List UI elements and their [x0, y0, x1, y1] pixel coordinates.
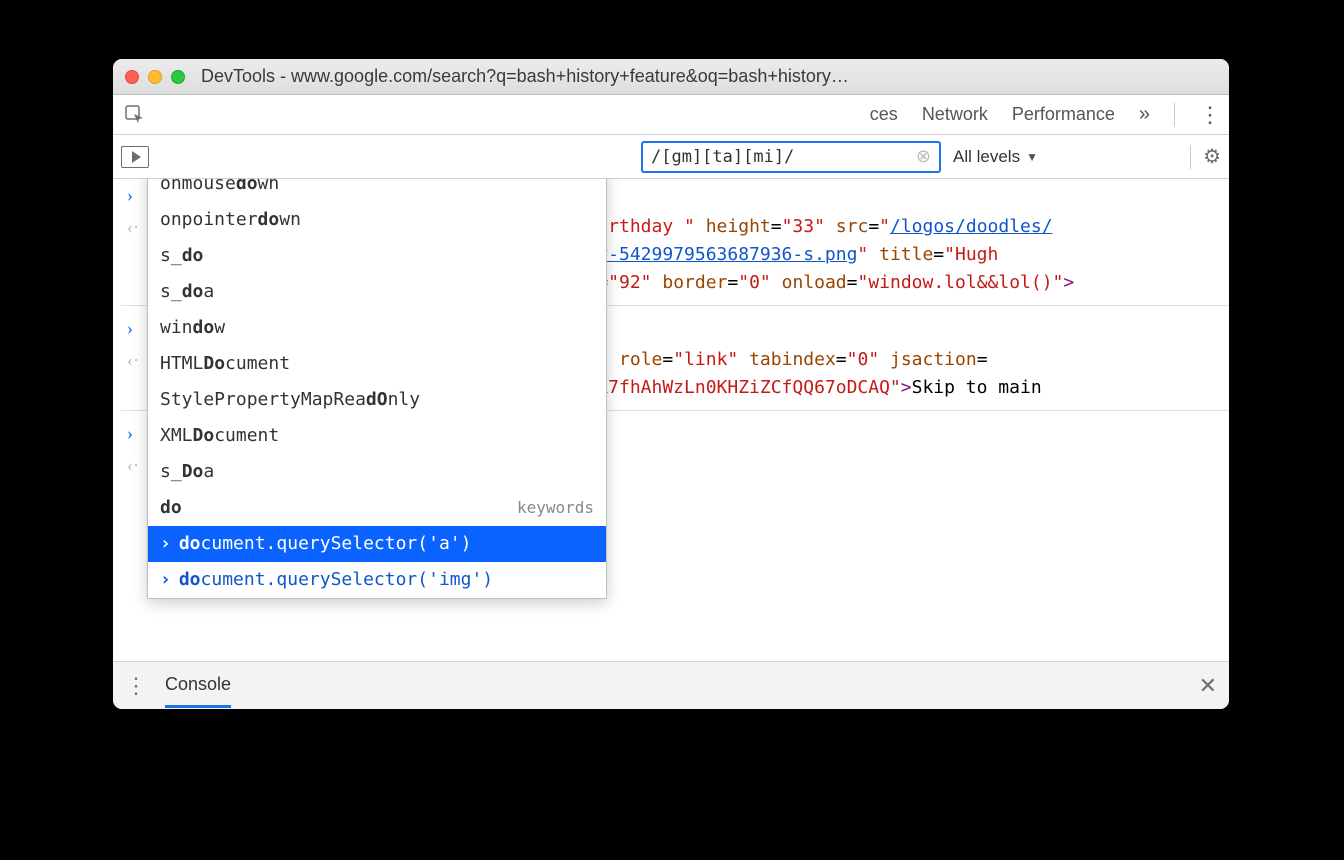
devtools-tabstrip: ces Network Performance » ⋮: [113, 95, 1229, 135]
window-titlebar: DevTools - www.google.com/search?q=bash+…: [113, 59, 1229, 95]
autocomplete-popup: onmousedownonpointerdowns_dos_doawindowH…: [147, 179, 607, 599]
autocomplete-item[interactable]: s_Doa: [148, 454, 606, 490]
close-drawer-icon[interactable]: ✕: [1199, 673, 1217, 699]
autocomplete-item[interactable]: s_doa: [148, 274, 606, 310]
autocomplete-item[interactable]: StylePropertyMapReadOnly: [148, 382, 606, 418]
console-filter-input[interactable]: [651, 147, 916, 167]
autocomplete-item[interactable]: ›document.querySelector('a'): [148, 526, 606, 562]
autocomplete-item[interactable]: s_do: [148, 238, 606, 274]
tabs-overflow-icon[interactable]: »: [1139, 103, 1150, 126]
drawer-tabstrip: ⋮ Console ✕: [113, 661, 1229, 709]
console-settings-icon[interactable]: ⚙: [1203, 144, 1221, 169]
clear-filter-icon[interactable]: ⊗: [916, 146, 931, 167]
log-levels-selector[interactable]: All levels ▼: [953, 147, 1038, 167]
chevron-down-icon: ▼: [1026, 150, 1038, 164]
console-toolbar: ⊗ All levels ▼ ⚙: [113, 135, 1229, 179]
devtools-window: DevTools - www.google.com/search?q=bash+…: [113, 59, 1229, 709]
autocomplete-item[interactable]: dokeywords: [148, 490, 606, 526]
minimize-window-button[interactable]: [148, 70, 162, 84]
log-levels-label: All levels: [953, 147, 1020, 167]
tab-sources-partial[interactable]: ces: [870, 104, 898, 125]
inspect-element-icon[interactable]: [121, 105, 149, 125]
autocomplete-item[interactable]: ›document.querySelector('img'): [148, 562, 606, 598]
console-output: onmousedownonpointerdowns_dos_doawindowH…: [113, 179, 1229, 661]
autocomplete-item[interactable]: onmousedown: [148, 179, 606, 202]
drawer-menu-icon[interactable]: ⋮: [125, 673, 147, 699]
tab-performance[interactable]: Performance: [1012, 104, 1115, 125]
zoom-window-button[interactable]: [171, 70, 185, 84]
drawer-tab-console[interactable]: Console: [165, 674, 231, 708]
separator: [1174, 103, 1175, 127]
execution-context-selector[interactable]: [121, 146, 149, 168]
autocomplete-item[interactable]: onpointerdown: [148, 202, 606, 238]
autocomplete-item[interactable]: window: [148, 310, 606, 346]
separator: [1190, 145, 1191, 169]
window-title: DevTools - www.google.com/search?q=bash+…: [201, 66, 849, 87]
close-window-button[interactable]: [125, 70, 139, 84]
autocomplete-item[interactable]: HTMLDocument: [148, 346, 606, 382]
autocomplete-item[interactable]: XMLDocument: [148, 418, 606, 454]
devtools-menu-icon[interactable]: ⋮: [1199, 102, 1221, 128]
console-filter-field[interactable]: ⊗: [641, 141, 941, 173]
tab-network[interactable]: Network: [922, 104, 988, 125]
traffic-lights: [125, 70, 185, 84]
